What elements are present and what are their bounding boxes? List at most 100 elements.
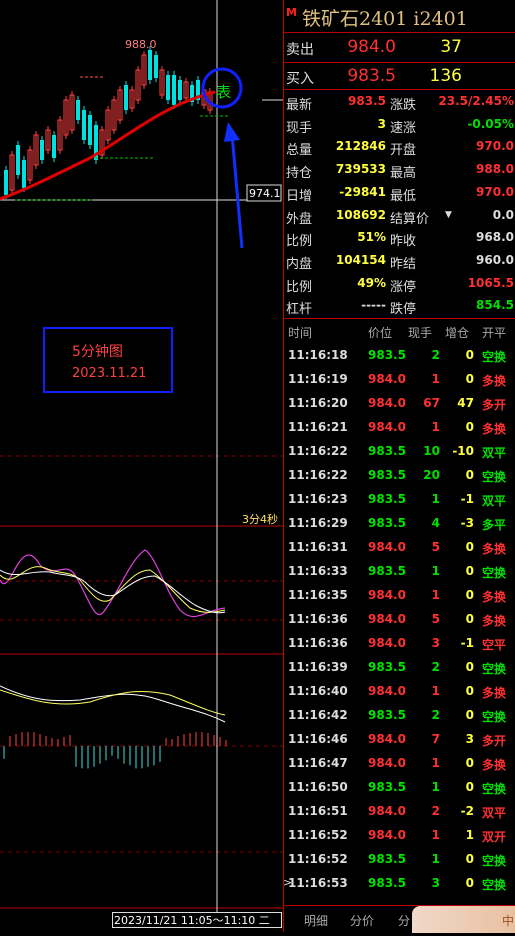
stats-row: 日增 -29841 最低 970.0	[284, 182, 515, 204]
tick-row[interactable]: 11:16:46 984.0 7 3 多开	[284, 728, 515, 752]
stat-label: 杠杆	[286, 302, 313, 318]
tick-time: 11:16:46	[288, 732, 348, 746]
tick-row[interactable]: 11:16:51 984.0 2 -2 双平	[284, 800, 515, 824]
tick-oi-change: 3	[465, 732, 474, 746]
stat-label: 开盘	[390, 143, 417, 159]
tick-volume: 5	[431, 540, 440, 554]
sell-price: 984.0	[347, 37, 396, 57]
tick-type: 多换	[482, 614, 507, 628]
tick-row[interactable]: 11:16:52 983.5 1 0 空换	[284, 848, 515, 872]
stat-value: 212846	[335, 139, 386, 154]
divider	[284, 89, 515, 90]
tick-row[interactable]: 11:16:52 984.0 1 1 双开	[284, 824, 515, 848]
arrow-icon	[224, 122, 240, 142]
candle-body	[148, 50, 152, 80]
tick-row[interactable]: 11:16:53 983.5 3 0 空换	[284, 872, 515, 896]
tick-oi-change: 0	[465, 876, 474, 890]
stat-value: 104154	[335, 252, 386, 267]
candle-body	[166, 75, 170, 100]
tick-time: 11:16:36	[288, 636, 348, 650]
tick-type: 双平	[482, 494, 507, 508]
tick-time: 11:16:21	[288, 420, 348, 434]
tick-type: 空换	[482, 854, 507, 868]
sell-row[interactable]: 卖出 984.0 37	[284, 36, 515, 60]
candle-body	[16, 145, 20, 175]
sell-volume: 37	[440, 37, 462, 57]
stats-row: 内盘 104154 昨结 960.0	[284, 250, 515, 272]
avatar-badge-label: 中	[501, 914, 514, 928]
stat-label: 涨跌	[390, 98, 417, 113]
tick-time: 11:16:19	[288, 372, 348, 386]
tick-row[interactable]: 11:16:22 983.5 20 0 空换	[284, 464, 515, 488]
tick-row[interactable]: 11:16:18 983.5 2 0 空换	[284, 344, 515, 368]
stat-value: -29841	[339, 184, 386, 199]
stats-row: 杠杆 ----- 跌停 854.5	[284, 295, 515, 317]
tick-oi-change: -3	[460, 516, 474, 530]
tick-row[interactable]: 11:16:35 984.0 1 0 多换	[284, 584, 515, 608]
tick-oi-change: 0	[465, 780, 474, 794]
circle-label: 表	[216, 83, 231, 101]
tick-volume: 2	[431, 348, 440, 362]
tab-detail[interactable]: 明细	[304, 912, 328, 929]
tick-volume: 20	[423, 468, 440, 482]
sell-label: 卖出	[286, 42, 314, 58]
candle-body	[76, 100, 80, 120]
buy-row[interactable]: 买入 983.5 136	[284, 65, 515, 89]
tick-row[interactable]: 11:16:50 983.5 1 0 空换	[284, 776, 515, 800]
tick-price: 984.0	[368, 372, 406, 386]
chevron-down-icon[interactable]: ▼	[445, 210, 452, 220]
tick-time: 11:16:36	[288, 612, 348, 626]
tick-row[interactable]: 11:16:47 984.0 1 0 多换	[284, 752, 515, 776]
tick-oi-change: 0	[465, 372, 474, 386]
tick-price: 984.0	[368, 684, 406, 698]
tick-volume: 7	[431, 732, 440, 746]
stat-label: 持仓	[286, 166, 313, 182]
divider	[284, 32, 515, 33]
divider	[284, 318, 515, 319]
tick-oi-change: 0	[465, 468, 474, 482]
tick-row[interactable]: 11:16:42 983.5 2 0 空换	[284, 704, 515, 728]
tick-row[interactable]: 11:16:39 983.5 2 0 空换	[284, 656, 515, 680]
chart-area[interactable]: 974.1 988.0 表 5分钟图 2023.11.21 3分4秒 2023/…	[0, 0, 283, 932]
tick-row[interactable]: 11:16:31 984.0 5 0 多换	[284, 536, 515, 560]
stat-value: 108692	[335, 207, 386, 222]
tick-row[interactable]: 11:16:33 983.5 1 0 空换	[284, 560, 515, 584]
cursor-price-label: 974.1	[249, 187, 281, 200]
contract-header: M 铁矿石2401 i2401	[284, 2, 515, 32]
stat-label: 日增	[286, 188, 313, 204]
tick-row[interactable]: 11:16:40 984.0 1 0 多换	[284, 680, 515, 704]
tick-time: 11:16:20	[288, 396, 348, 410]
header-price: 价位	[368, 326, 393, 340]
tick-row[interactable]: 11:16:22 983.5 10 -10 双平	[284, 440, 515, 464]
tick-row[interactable]: 11:16:19 984.0 1 0 多换	[284, 368, 515, 392]
chart-canvas[interactable]: 974.1 988.0 表 5分钟图 2023.11.21 3分4秒	[0, 0, 283, 932]
header-time: 时间	[288, 326, 313, 340]
stat-label: 现手	[286, 120, 313, 136]
tick-oi-change: 0	[465, 420, 474, 434]
support-lines	[15, 115, 228, 201]
stats-row: 持仓 739533 最高 988.0	[284, 159, 515, 181]
tab-price-distribution[interactable]: 分价	[350, 912, 374, 929]
tick-oi-change: -2	[460, 804, 474, 818]
bar-countdown: 3分4秒	[242, 512, 278, 526]
tick-row[interactable]: 11:16:36 984.0 3 -1 空平	[284, 632, 515, 656]
tick-row[interactable]: 11:16:29 983.5 4 -3 多平	[284, 512, 515, 536]
tick-row[interactable]: 11:16:20 984.0 67 47 多开	[284, 392, 515, 416]
tick-volume: 1	[431, 372, 440, 386]
tick-row[interactable]: 11:16:21 984.0 1 0 多换	[284, 416, 515, 440]
stat-label: 外盘	[286, 211, 313, 227]
stats-row: 现手 3 速涨 -0.05%	[284, 114, 515, 136]
stats-row: 比例 51% 昨收 968.0	[284, 227, 515, 249]
tick-row[interactable]: 11:16:36 984.0 5 0 多换	[284, 608, 515, 632]
tick-time: 11:16:22	[288, 468, 348, 482]
tick-type: 空换	[482, 350, 507, 364]
tick-type: 多换	[482, 542, 507, 556]
tick-row[interactable]: 11:16:23 983.5 1 -1 双平	[284, 488, 515, 512]
tick-price: 984.0	[368, 420, 406, 434]
contract-title: 铁矿石2401 i2401	[302, 8, 468, 30]
tick-price: 984.0	[368, 636, 406, 650]
tab-more[interactable]: 分	[398, 912, 410, 929]
avatar[interactable]: 中	[412, 906, 515, 933]
tick-oi-change: 0	[465, 540, 474, 554]
stat-label: 最新	[286, 98, 313, 113]
